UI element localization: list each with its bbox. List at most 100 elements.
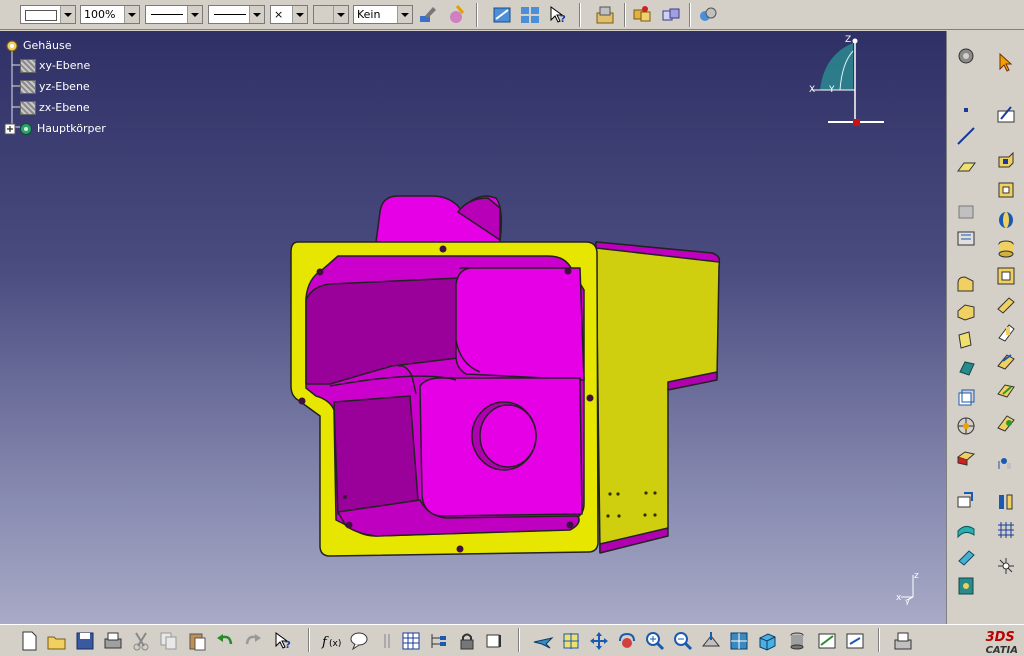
- chevron-down-icon[interactable]: [60, 6, 75, 23]
- sketcher-gear-icon[interactable]: [955, 45, 977, 67]
- catalog-browser-icon[interactable]: [594, 4, 616, 26]
- catia-logo: 3DS CATIA: [985, 630, 1018, 656]
- sketch-analysis-icon[interactable]: [955, 227, 977, 249]
- catalog-icon[interactable]: [892, 630, 914, 652]
- print-icon[interactable]: [102, 630, 124, 652]
- comment-icon[interactable]: [348, 630, 370, 652]
- chevron-down-icon[interactable]: [124, 6, 139, 23]
- format-painter-icon[interactable]: [417, 4, 439, 26]
- shading-icon[interactable]: [786, 630, 808, 652]
- undo-icon[interactable]: [214, 630, 236, 652]
- thread-icon[interactable]: [955, 415, 977, 437]
- svg-text:?: ?: [285, 640, 291, 651]
- chamfer-icon[interactable]: [955, 301, 977, 323]
- line-icon[interactable]: [955, 125, 977, 147]
- mirror-icon[interactable]: [955, 445, 977, 467]
- pocket-icon[interactable]: [995, 179, 1017, 201]
- stiffener-icon[interactable]: [995, 349, 1017, 371]
- line-thickness-preview: [151, 14, 183, 15]
- lock-icon[interactable]: [456, 630, 478, 652]
- layer-filter-value: Kein: [357, 8, 381, 21]
- rotate-icon[interactable]: [616, 630, 638, 652]
- table-icon[interactable]: [400, 630, 422, 652]
- whats-this-icon[interactable]: ?: [547, 4, 569, 26]
- open-folder-icon[interactable]: [46, 630, 68, 652]
- rib-icon[interactable]: [995, 293, 1017, 315]
- layer-filter-combo[interactable]: Kein: [353, 5, 413, 24]
- assemble-icon[interactable]: [995, 491, 1017, 513]
- grid-icon[interactable]: [995, 519, 1017, 541]
- slot-icon[interactable]: [995, 321, 1017, 343]
- knowledge-tree-icon[interactable]: [428, 630, 450, 652]
- point-icon[interactable]: [955, 99, 977, 121]
- pad-icon[interactable]: [995, 149, 1017, 171]
- chevron-down-icon[interactable]: [397, 6, 412, 23]
- 3d-viewport[interactable]: Gehäuse xy-Ebene yz-Ebene zx-Ebene Haupt…: [0, 31, 946, 624]
- sketch-icon[interactable]: [995, 103, 1017, 125]
- hyperlink-icon[interactable]: [376, 630, 398, 652]
- thickness-icon[interactable]: [955, 387, 977, 409]
- toolbar-separator: [878, 628, 880, 652]
- axis-triad: z x y: [896, 571, 919, 605]
- fillet-icon[interactable]: [955, 273, 977, 295]
- hole-icon[interactable]: [995, 237, 1017, 259]
- surface-icon[interactable]: [955, 519, 977, 541]
- draft-icon[interactable]: [955, 329, 977, 351]
- swap-space-icon[interactable]: [844, 630, 866, 652]
- measure-inertia-icon[interactable]: [697, 4, 719, 26]
- pattern-icon[interactable]: [955, 489, 977, 511]
- zoom-in-icon[interactable]: [644, 630, 666, 652]
- insert-body-icon[interactable]: [955, 575, 977, 597]
- chevron-down-icon[interactable]: [292, 6, 307, 23]
- fit-all-icon[interactable]: [560, 630, 582, 652]
- split-icon[interactable]: [995, 411, 1017, 433]
- swap-visible-space-icon[interactable]: [519, 4, 541, 26]
- toolbar-separator: [579, 3, 581, 27]
- line-thickness-combo[interactable]: [145, 5, 203, 24]
- body-icon[interactable]: [955, 547, 977, 569]
- hide-show-icon[interactable]: [816, 630, 838, 652]
- multi-section-solid-icon[interactable]: [995, 379, 1017, 401]
- whats-this-icon[interactable]: ?: [272, 630, 294, 652]
- axis-system-icon[interactable]: [995, 555, 1017, 577]
- cut-icon[interactable]: [130, 630, 152, 652]
- chevron-down-icon[interactable]: [249, 6, 264, 23]
- svg-text:?: ?: [560, 14, 566, 25]
- fly-mode-icon[interactable]: [532, 630, 554, 652]
- iso-view-icon[interactable]: [756, 630, 778, 652]
- svg-text:(x): (x): [329, 639, 341, 649]
- shell-icon[interactable]: [955, 357, 977, 379]
- normal-view-icon[interactable]: [700, 630, 722, 652]
- layer-combo[interactable]: [313, 5, 349, 24]
- chevron-down-icon[interactable]: [333, 6, 348, 23]
- housing-part-model[interactable]: [0, 31, 946, 624]
- zoom-out-icon[interactable]: [672, 630, 694, 652]
- graphic-properties-icon[interactable]: [445, 4, 467, 26]
- select-arrow-icon[interactable]: [995, 51, 1017, 73]
- boolean-icon[interactable]: [995, 451, 1017, 473]
- pan-icon[interactable]: [588, 630, 610, 652]
- update-icon[interactable]: [484, 630, 506, 652]
- plane-icon[interactable]: [955, 155, 977, 177]
- redo-icon[interactable]: [242, 630, 264, 652]
- color-swatch: [25, 10, 57, 21]
- transparency-combo[interactable]: 100%: [80, 5, 140, 24]
- line-type-combo[interactable]: [208, 5, 265, 24]
- groove-icon[interactable]: [995, 265, 1017, 287]
- save-icon[interactable]: [74, 630, 96, 652]
- color-combo[interactable]: [20, 5, 76, 24]
- point-symbol-combo[interactable]: ×: [270, 5, 308, 24]
- chevron-down-icon[interactable]: [187, 6, 202, 23]
- right-toolbar: [946, 31, 1024, 624]
- hide-show-icon[interactable]: [491, 4, 513, 26]
- multi-view-icon[interactable]: [728, 630, 750, 652]
- new-file-icon[interactable]: [18, 630, 40, 652]
- copy-icon[interactable]: [158, 630, 180, 652]
- measure-item-icon[interactable]: [660, 4, 682, 26]
- formula-icon[interactable]: f (x): [320, 630, 342, 652]
- measure-between-icon[interactable]: [631, 4, 653, 26]
- constraint-icon[interactable]: [955, 201, 977, 223]
- paste-icon[interactable]: [186, 630, 208, 652]
- shaft-icon[interactable]: [995, 209, 1017, 231]
- toolbar-separator: [476, 3, 478, 27]
